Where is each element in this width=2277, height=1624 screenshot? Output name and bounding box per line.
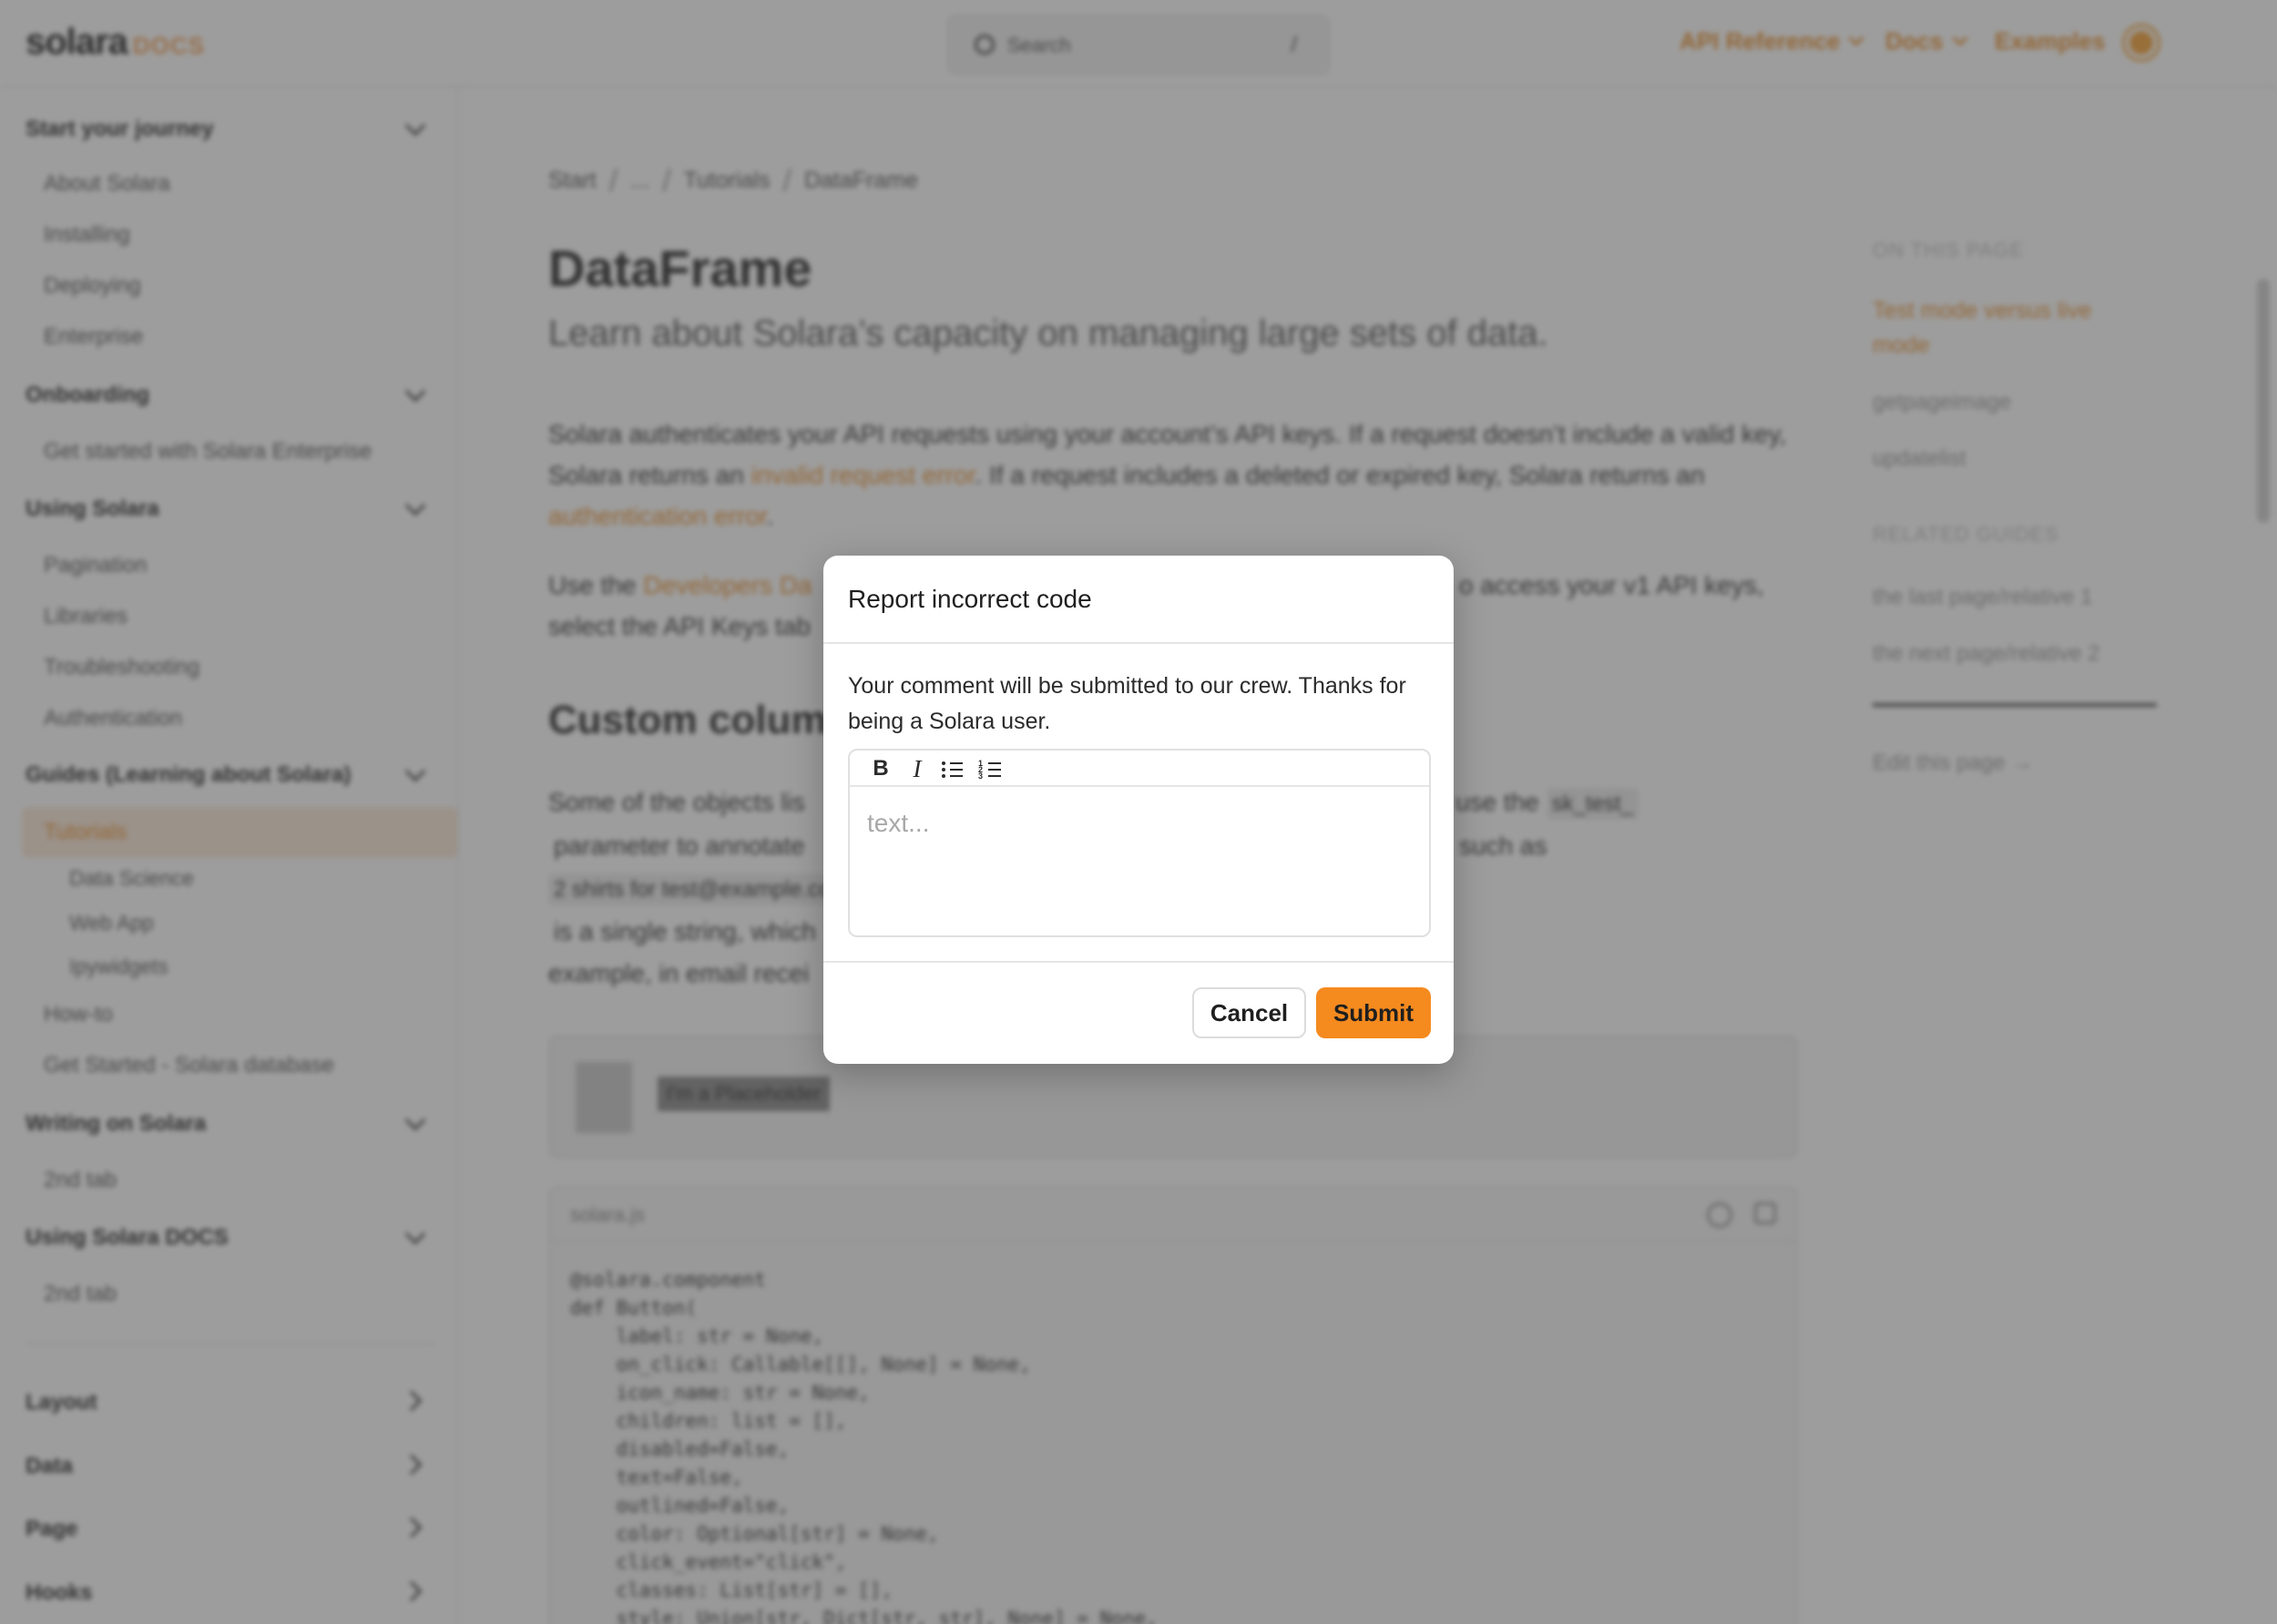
dialog-title: Report incorrect code: [848, 585, 1092, 613]
comment-input[interactable]: [850, 789, 1429, 935]
bullet-list-icon[interactable]: [939, 754, 968, 783]
cancel-button[interactable]: Cancel: [1192, 987, 1306, 1038]
rich-text-editor: B I 1 2 3: [848, 749, 1431, 937]
submit-button[interactable]: Submit: [1316, 987, 1431, 1038]
bold-icon[interactable]: B: [866, 754, 895, 783]
italic-icon[interactable]: I: [903, 754, 932, 783]
editor-toolbar: B I 1 2 3: [850, 751, 1429, 787]
dialog-description: Your comment will be submitted to our cr…: [848, 673, 1406, 734]
numbered-list-icon[interactable]: 1 2 3: [977, 754, 1006, 783]
dialog-footer-divider: [823, 961, 1454, 963]
report-dialog: Report incorrect code Your comment will …: [823, 556, 1454, 1064]
dialog-divider: [823, 642, 1454, 644]
